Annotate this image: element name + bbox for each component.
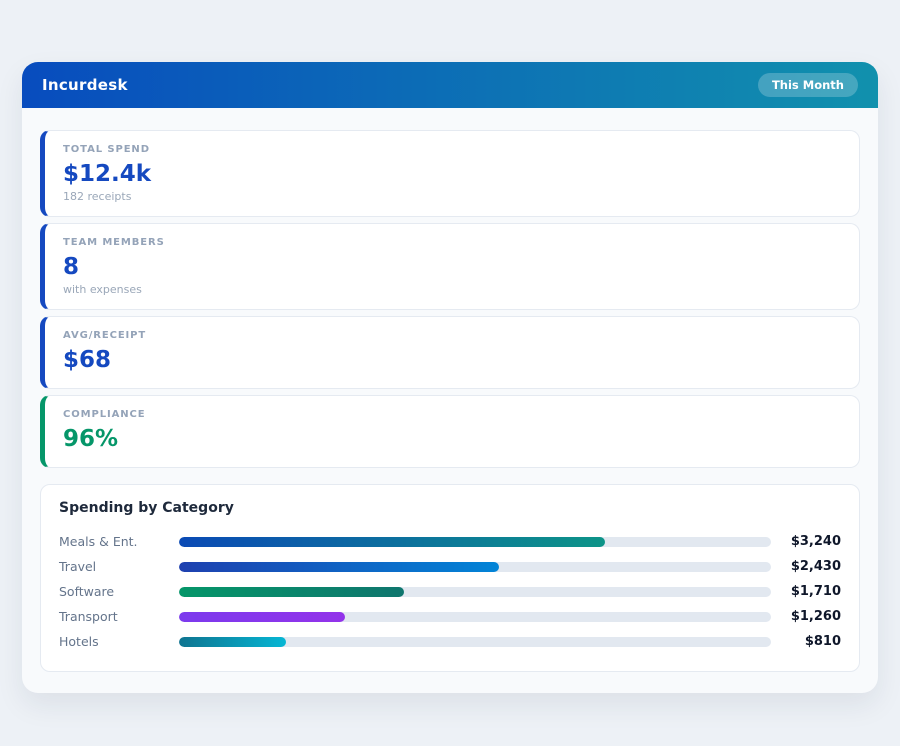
stat-value: $68 [63, 345, 841, 375]
bar-track [179, 587, 771, 597]
category-value: $810 [781, 634, 841, 649]
page: { "page": { "background": "#edf1f6" }, "… [0, 0, 900, 746]
bar-fill [179, 562, 499, 572]
category-label: Meals & Ent. [59, 534, 179, 549]
stat-value: $12.4k [63, 159, 841, 189]
stat-subtext: 182 receipts [63, 190, 841, 204]
stat-label: AVG/RECEIPT [63, 329, 841, 342]
stat-label: TOTAL SPEND [63, 143, 841, 156]
category-value: $1,260 [781, 609, 841, 624]
category-label: Transport [59, 609, 179, 624]
category-row: Hotels $810 [59, 629, 841, 654]
bar-fill [179, 612, 345, 622]
stat-card-team-members: TEAM MEMBERS 8 with expenses [40, 223, 860, 310]
bar-fill [179, 637, 286, 647]
category-value: $3,240 [781, 534, 841, 549]
stat-card-avg-receipt: AVG/RECEIPT $68 [40, 316, 860, 389]
bar-track [179, 562, 771, 572]
stat-value: 96% [63, 424, 841, 454]
category-row: Meals & Ent. $3,240 [59, 529, 841, 554]
bar-track [179, 612, 771, 622]
stat-card-total-spend: TOTAL SPEND $12.4k 182 receipts [40, 130, 860, 217]
category-row: Transport $1,260 [59, 604, 841, 629]
incurdesk-widget: Incurdesk This Month TOTAL SPEND $12.4k … [22, 62, 878, 693]
stat-value: 8 [63, 252, 841, 282]
category-row: Travel $2,430 [59, 554, 841, 579]
app-title: Incurdesk [42, 76, 128, 94]
widget-header: Incurdesk This Month [22, 62, 878, 108]
category-value: $2,430 [781, 559, 841, 574]
category-row: Software $1,710 [59, 579, 841, 604]
spending-by-category-card: Spending by Category Meals & Ent. $3,240… [40, 484, 860, 672]
bar-track [179, 637, 771, 647]
category-value: $1,710 [781, 584, 841, 599]
bar-fill [179, 537, 605, 547]
category-label: Hotels [59, 634, 179, 649]
period-badge[interactable]: This Month [758, 73, 858, 97]
category-label: Travel [59, 559, 179, 574]
stat-label: COMPLIANCE [63, 408, 841, 421]
stat-label: TEAM MEMBERS [63, 236, 841, 249]
stat-subtext: with expenses [63, 283, 841, 297]
widget-content: TOTAL SPEND $12.4k 182 receipts TEAM MEM… [22, 108, 878, 693]
bar-fill [179, 587, 404, 597]
stat-card-compliance: COMPLIANCE 96% [40, 395, 860, 468]
spending-card-title: Spending by Category [59, 500, 841, 516]
bar-track [179, 537, 771, 547]
category-label: Software [59, 584, 179, 599]
